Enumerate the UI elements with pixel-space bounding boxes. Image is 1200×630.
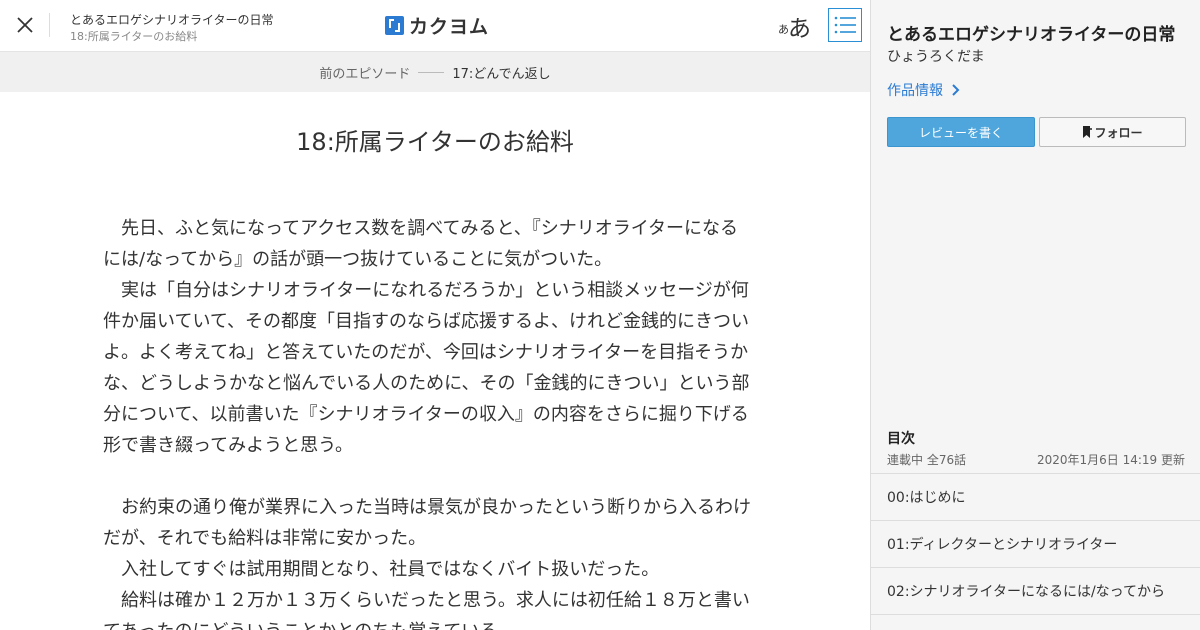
body-line: な、どうしようかなと悩んでいる人のために、その「金銭的にきつい」という部 [103, 373, 750, 394]
follow-button[interactable]: フォロー [1039, 117, 1186, 147]
body-line: 形で書き綴ってみようと思う。 [103, 435, 354, 456]
prev-episode-label: 前のエピソード [319, 66, 411, 82]
prev-episode-title: 17:どんでん返し [452, 66, 551, 82]
main-column: とあるエロゲシナリオライターの日常 18:所属ライターのお給料 カクヨム あ あ [0, 0, 870, 630]
side-panel: とあるエロゲシナリオライターの日常 ひょうろくだま 作品情報 レビューを書く フ… [870, 0, 1200, 630]
toc-item[interactable]: 01:ディレクターとシナリオライター [871, 521, 1200, 568]
toc-updated: 2020年1月6日 14:19 更新 [1036, 453, 1185, 467]
bookmark-plus-icon [1083, 126, 1093, 138]
toc-status: 連載中 全76話 [887, 453, 967, 467]
chevron-right-icon [952, 84, 960, 96]
side-author-name[interactable]: ひょうろくだま [887, 46, 985, 66]
close-button[interactable] [14, 14, 38, 38]
body-line: には/なってから』の話が頭一つ抜けていることに気がついた。 [103, 249, 613, 270]
font-size-large-glyph: あ [788, 16, 811, 42]
body-line: 給料は確か１２万か１３万くらいだったと思う。求人には初任給１８万と書い [103, 590, 750, 611]
close-icon [17, 17, 33, 33]
reader-header: とあるエロゲシナリオライターの日常 18:所属ライターのお給料 カクヨム あ あ [0, 0, 870, 51]
header-divider [49, 13, 50, 37]
logo-mark-icon [385, 15, 404, 35]
body-line: だが、それでも給料は非常に安かった。 [103, 528, 427, 549]
header-episode-title: 18:所属ライターのお給料 [70, 30, 198, 43]
write-review-button[interactable]: レビューを書く [887, 117, 1035, 147]
prev-episode-link[interactable]: 前のエピソード 17:どんでん返し [0, 51, 870, 92]
body-line: 入社してすぐは試用期間となり、社員ではなくバイト扱いだった。 [103, 559, 660, 580]
follow-label: フォロー [1094, 125, 1143, 140]
list-icon [834, 16, 856, 34]
header-work-title[interactable]: とあるエロゲシナリオライターの日常 [70, 11, 274, 28]
episode-body: 先日、ふと気になってアクセス数を調べてみると、『シナリオライターになる には/な… [103, 213, 763, 630]
prev-episode-divider [418, 71, 445, 73]
toc-item[interactable]: 00:はじめに [871, 474, 1200, 521]
write-review-label: レビューを書く [918, 125, 1003, 140]
toc-list: 00:はじめに 01:ディレクターとシナリオライター 02:シナリオライターにな… [871, 473, 1200, 615]
body-line: 実は「自分はシナリオライターになれるだろうか」という相談メッセージが何 [103, 280, 749, 301]
logo-text: カクヨム [409, 15, 490, 38]
work-info-link[interactable]: 作品情報 [887, 80, 963, 100]
side-work-title[interactable]: とあるエロゲシナリオライターの日常 [887, 20, 1175, 45]
kakuyomu-logo[interactable]: カクヨム [385, 12, 489, 38]
body-line: 分について、以前書いた『シナリオライターの収入』の内容をさらに掘り下げる [103, 404, 749, 425]
toc-item[interactable]: 02:シナリオライターになるには/なってから [871, 568, 1200, 615]
body-line: てあったのにどういうことかとのちも覚えている。 [103, 616, 763, 630]
body-line: 件か届いていて、その都度「目指すのならば応援するよ、けれど金銭的にきつい [103, 311, 750, 332]
episode-title: 18:所属ライターのお給料 [296, 128, 574, 156]
reader-app: とあるエロゲシナリオライターの日常 18:所属ライターのお給料 カクヨム あ あ [0, 0, 1200, 630]
toc-toggle-button[interactable] [828, 8, 862, 42]
body-line: 先日、ふと気になってアクセス数を調べてみると、『シナリオライターになる [103, 218, 739, 239]
work-info-label: 作品情報 [887, 83, 943, 99]
body-line: よ。よく考えてね」と答えていたのだが、今回はシナリオライターを目指そうか [103, 342, 749, 363]
body-blank-line [103, 461, 763, 492]
font-size-button[interactable]: あ あ [777, 9, 813, 42]
toc-heading: 目次 [887, 431, 915, 447]
body-line: お約束の通り俺が業界に入った当時は景気が良かったという断りから入るわけ [103, 497, 751, 518]
